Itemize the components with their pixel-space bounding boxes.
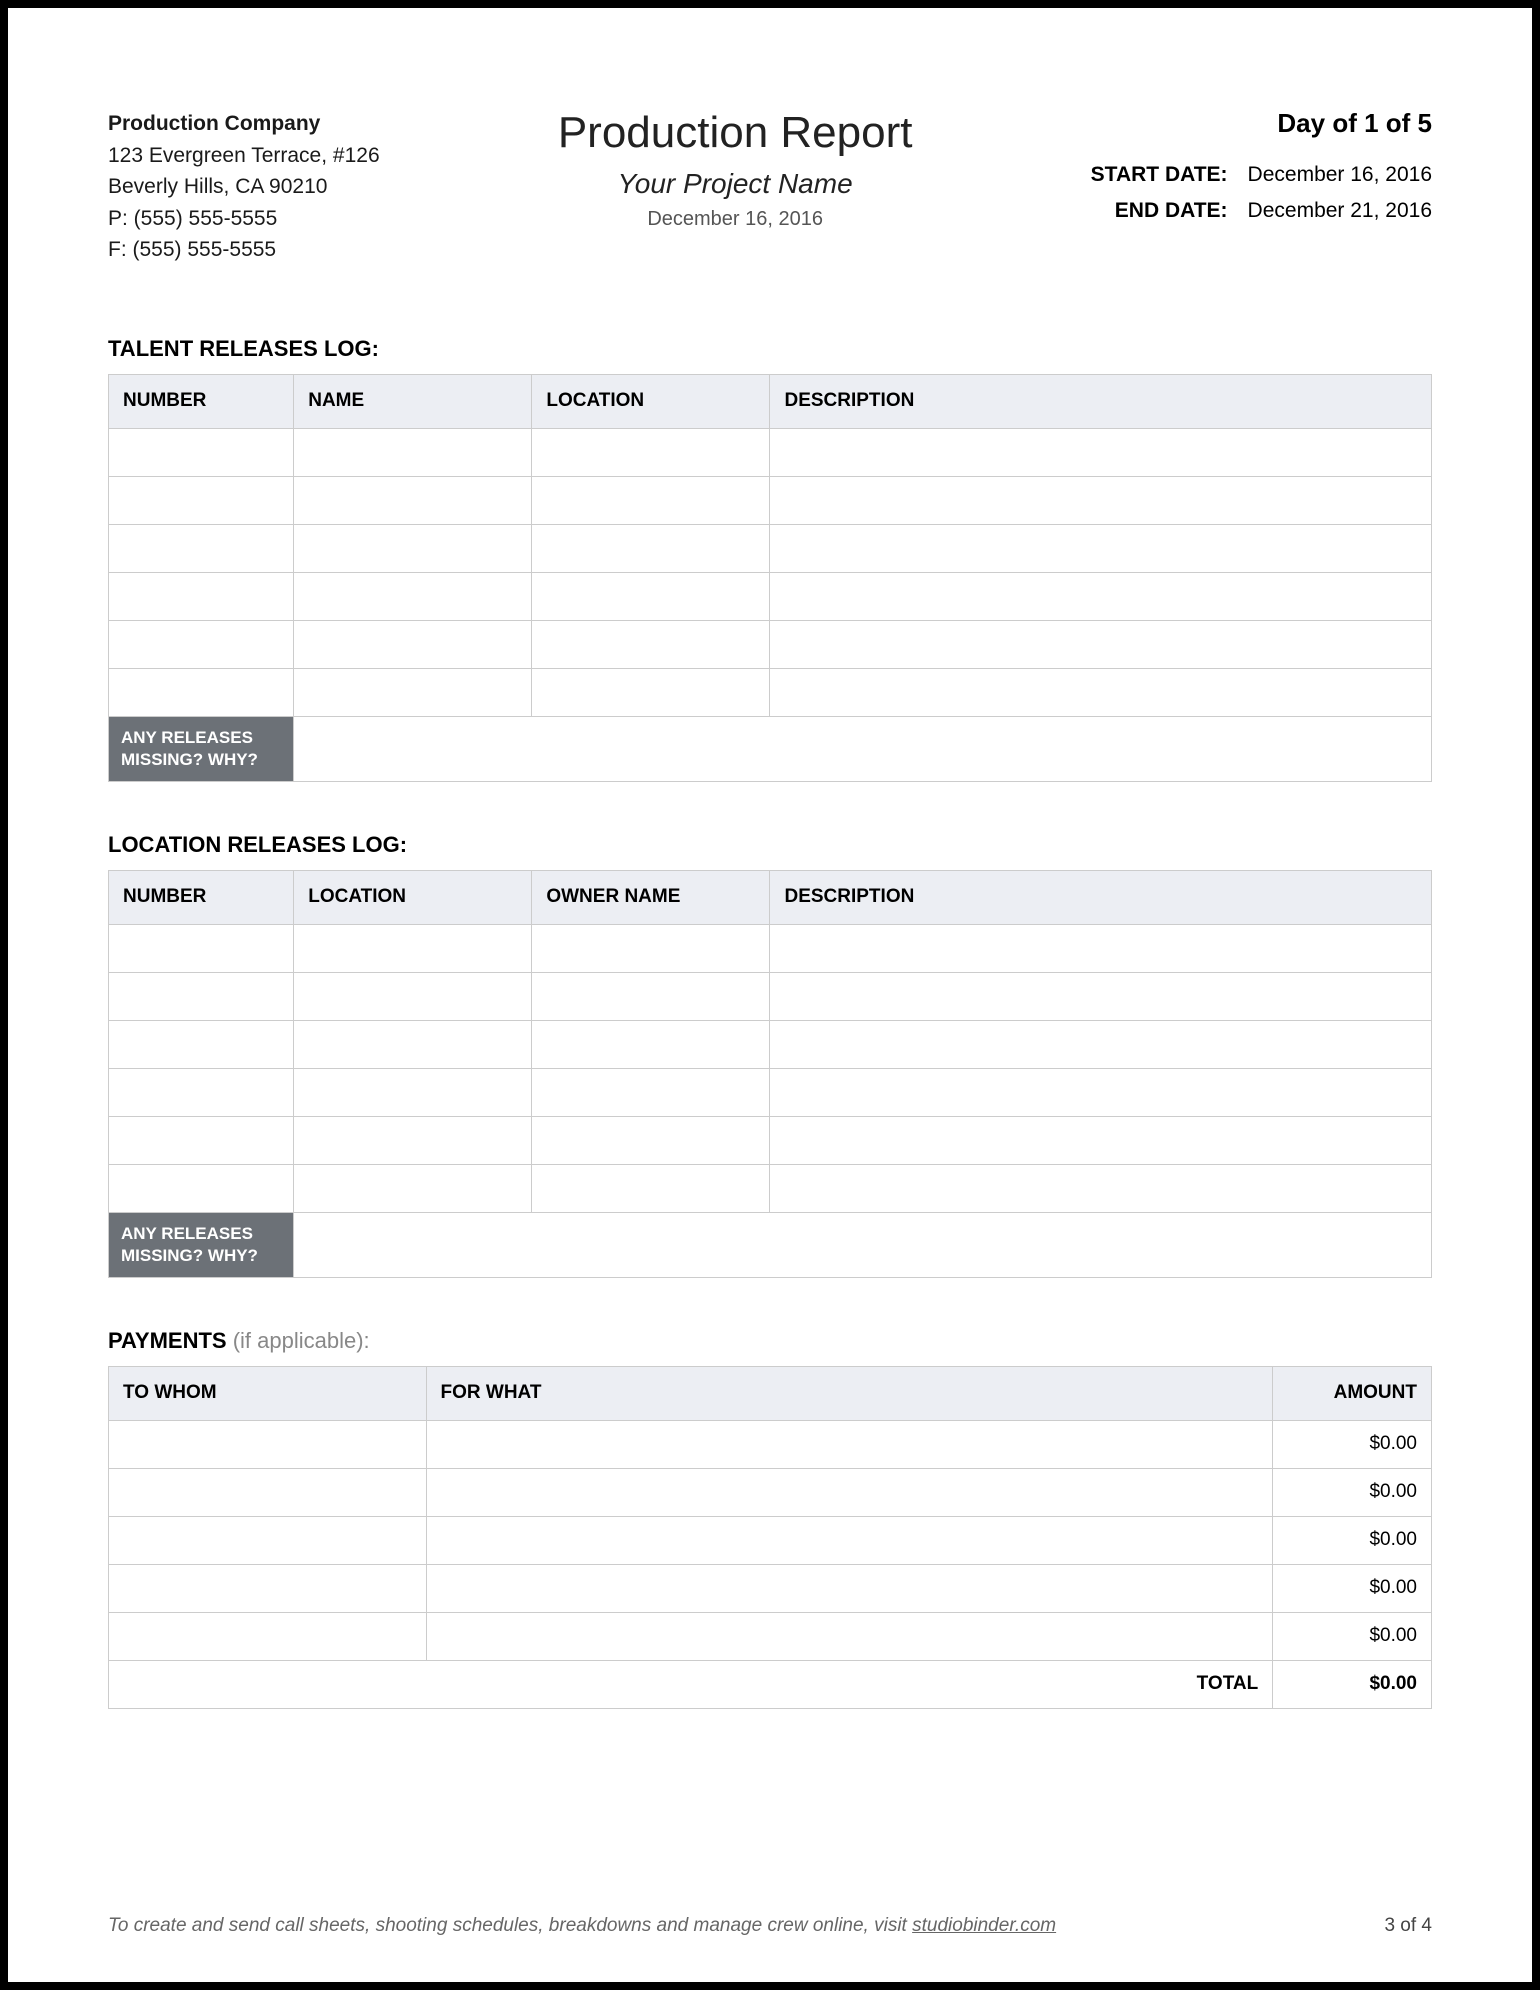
company-address2: Beverly Hills, CA 90210 — [108, 171, 380, 203]
page-footer: To create and send call sheets, shooting… — [108, 1915, 1432, 1937]
talent-section-title: TALENT RELEASES LOG: — [108, 336, 1432, 362]
talent-col-description: DESCRIPTION — [770, 374, 1432, 428]
talent-footer-row: ANY RELEASES MISSING? WHY? — [109, 716, 1432, 781]
table-row — [109, 1164, 1432, 1212]
location-table: NUMBER LOCATION OWNER NAME DESCRIPTION A… — [108, 870, 1432, 1278]
payments-total-value: $0.00 — [1273, 1660, 1432, 1708]
table-row — [109, 1116, 1432, 1164]
location-missing-value[interactable] — [294, 1212, 1432, 1277]
talent-col-location: LOCATION — [532, 374, 770, 428]
payments-col-towhom: TO WHOM — [109, 1366, 427, 1420]
table-row — [109, 1020, 1432, 1068]
company-name: Production Company — [108, 108, 380, 140]
report-title: Production Report — [380, 108, 1091, 158]
footer-text: To create and send call sheets, shooting… — [108, 1915, 1056, 1937]
payments-title-light: (if applicable): — [227, 1328, 370, 1353]
table-row — [109, 972, 1432, 1020]
end-date-value: December 21, 2016 — [1248, 193, 1432, 229]
table-row: $0.00 — [109, 1564, 1432, 1612]
location-col-number: NUMBER — [109, 870, 294, 924]
company-fax: F: (555) 555-5555 — [108, 234, 380, 266]
location-missing-label: ANY RELEASES MISSING? WHY? — [109, 1212, 294, 1277]
dates-block: Day of 1 of 5 START DATE: December 16, 2… — [1091, 108, 1432, 266]
location-col-description: DESCRIPTION — [770, 870, 1432, 924]
table-row — [109, 620, 1432, 668]
page-number: 3 of 4 — [1384, 1915, 1432, 1937]
document-header: Production Company 123 Evergreen Terrace… — [108, 108, 1432, 266]
table-row — [109, 572, 1432, 620]
payments-table: TO WHOM FOR WHAT AMOUNT $0.00 $0.00 $0.0… — [108, 1366, 1432, 1709]
payments-total-label: TOTAL — [109, 1660, 1273, 1708]
location-footer-row: ANY RELEASES MISSING? WHY? — [109, 1212, 1432, 1277]
payments-section-title: PAYMENTS (if applicable): — [108, 1328, 1432, 1354]
day-indicator: Day of 1 of 5 — [1091, 108, 1432, 139]
talent-missing-label: ANY RELEASES MISSING? WHY? — [109, 716, 294, 781]
talent-col-number: NUMBER — [109, 374, 294, 428]
table-row: $0.00 — [109, 1612, 1432, 1660]
location-col-location: LOCATION — [294, 870, 532, 924]
talent-col-name: NAME — [294, 374, 532, 428]
payments-title-bold: PAYMENTS — [108, 1328, 227, 1353]
payments-total-row: TOTAL $0.00 — [109, 1660, 1432, 1708]
table-row — [109, 668, 1432, 716]
title-block: Production Report Your Project Name Dece… — [380, 108, 1091, 266]
table-row: $0.00 — [109, 1468, 1432, 1516]
end-date-label: END DATE: — [1115, 193, 1228, 229]
start-date-value: December 16, 2016 — [1248, 157, 1432, 193]
talent-table: NUMBER NAME LOCATION DESCRIPTION ANY REL… — [108, 374, 1432, 782]
payments-col-forwhat: FOR WHAT — [426, 1366, 1273, 1420]
company-block: Production Company 123 Evergreen Terrace… — [108, 108, 380, 266]
project-name: Your Project Name — [380, 168, 1091, 200]
start-date-label: START DATE: — [1091, 157, 1228, 193]
company-address1: 123 Evergreen Terrace, #126 — [108, 140, 380, 172]
company-phone: P: (555) 555-5555 — [108, 203, 380, 235]
table-row — [109, 428, 1432, 476]
payments-col-amount: AMOUNT — [1273, 1366, 1432, 1420]
report-date: December 16, 2016 — [380, 208, 1091, 231]
table-row: $0.00 — [109, 1516, 1432, 1564]
talent-missing-value[interactable] — [294, 716, 1432, 781]
table-row: $0.00 — [109, 1420, 1432, 1468]
table-row — [109, 1068, 1432, 1116]
location-section-title: LOCATION RELEASES LOG: — [108, 832, 1432, 858]
table-row — [109, 924, 1432, 972]
table-row — [109, 476, 1432, 524]
footer-link[interactable]: studiobinder.com — [912, 1915, 1056, 1936]
table-row — [109, 524, 1432, 572]
location-col-owner: OWNER NAME — [532, 870, 770, 924]
